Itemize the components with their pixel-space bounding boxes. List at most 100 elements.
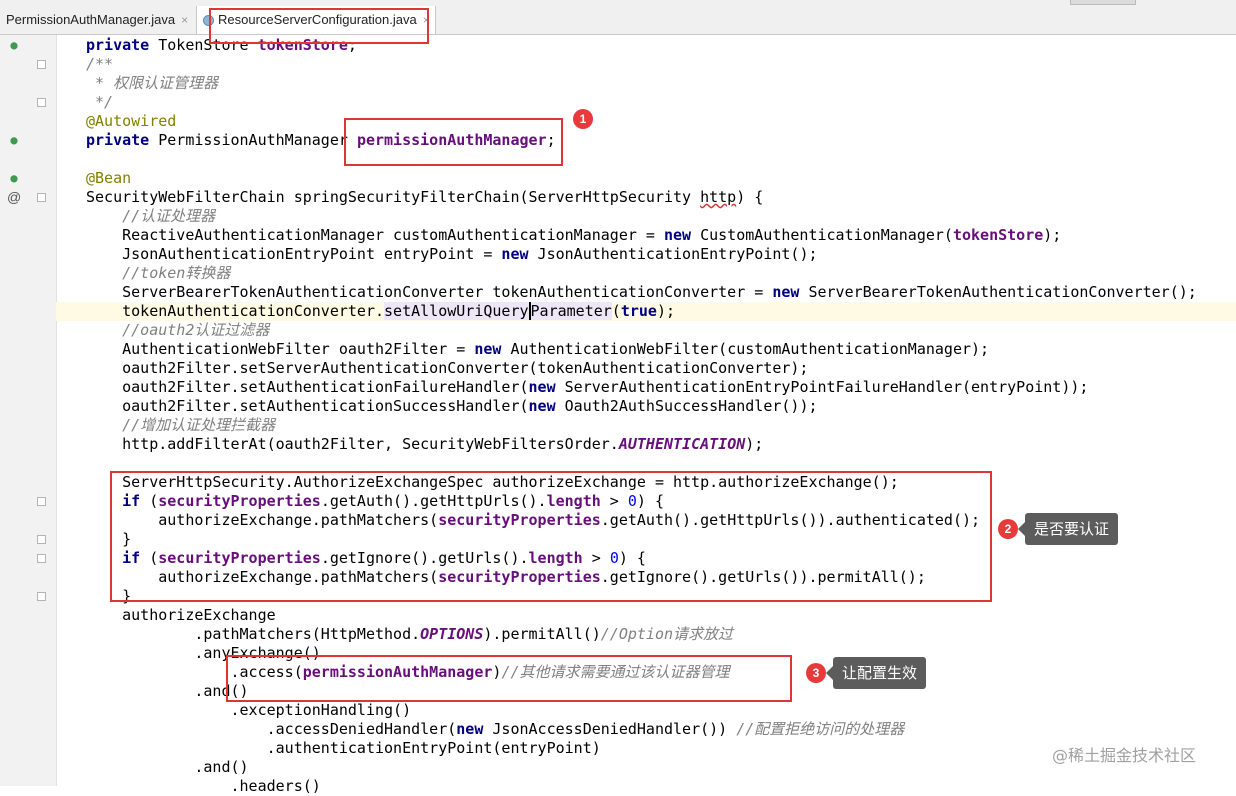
- code-line[interactable]: oauth2Filter.setAuthenticationFailureHan…: [86, 378, 1236, 397]
- code-token: new: [456, 720, 484, 738]
- code-token: Parameter: [528, 302, 612, 320]
- fold-marker[interactable]: [37, 554, 46, 563]
- code-line[interactable]: oauth2Filter.setAuthenticationSuccessHan…: [86, 397, 1236, 416]
- code-token: http.addFilterAt(oauth2Filter, SecurityW…: [86, 435, 619, 453]
- code-line[interactable]: .headers(): [86, 777, 1236, 796]
- tab-label: PermissionAuthManager.java: [6, 12, 176, 27]
- code-token: //认证处理器: [86, 207, 216, 225]
- code-line[interactable]: @Bean: [86, 169, 1236, 188]
- spring-bean-icon[interactable]: ●: [7, 38, 21, 52]
- code-token: .and(): [86, 682, 249, 700]
- fold-marker[interactable]: [37, 98, 46, 107]
- code-line[interactable]: SecurityWebFilterChain springSecurityFil…: [86, 188, 1236, 207]
- code-token: @Autowired: [86, 112, 177, 130]
- editor-gutter: ● ● ● @: [0, 35, 57, 786]
- watermark: @稀土掘金技术社区: [1052, 746, 1197, 765]
- code-token: ReactiveAuthenticationManager customAuth…: [86, 226, 664, 244]
- highlight-box-access: [226, 655, 792, 702]
- code-token: .authenticationEntryPoint(entryPoint): [86, 739, 601, 757]
- fold-marker[interactable]: [37, 193, 46, 202]
- code-token: @Bean: [86, 169, 132, 187]
- code-line[interactable]: tokenAuthenticationConverter.setAllowUri…: [56, 302, 1236, 321]
- code-line[interactable]: //oauth2认证过滤器: [86, 321, 1236, 340]
- fold-marker[interactable]: [37, 60, 46, 69]
- code-token: new: [528, 378, 556, 396]
- code-token: PermissionAuthManager: [149, 131, 357, 149]
- code-token: private: [86, 131, 150, 149]
- code-token: //Option请求放过: [600, 625, 734, 643]
- code-token: ServerBearerTokenAuthenticationConverter…: [799, 283, 1197, 301]
- code-line[interactable]: [86, 150, 1236, 169]
- code-token: //配置拒绝访问的处理器: [736, 720, 905, 738]
- annotation-callout-2: 是否要认证: [1017, 513, 1119, 545]
- code-line[interactable]: AuthenticationWebFilter oauth2Filter = n…: [86, 340, 1236, 359]
- code-token: .pathMatchers(HttpMethod.: [86, 625, 421, 643]
- code-line[interactable]: JsonAuthenticationEntryPoint entryPoint …: [86, 245, 1236, 264]
- code-token: private: [86, 36, 150, 54]
- toolbar-edge: [1070, 0, 1136, 5]
- tab-permissionauthmanager[interactable]: PermissionAuthManager.java ×: [0, 6, 194, 34]
- code-line[interactable]: //认证处理器: [86, 207, 1236, 226]
- code-token: oauth2Filter.setAuthenticationSuccessHan…: [86, 397, 529, 415]
- code-line[interactable]: authorizeExchange: [86, 606, 1236, 625]
- code-line[interactable]: //token转换器: [86, 264, 1236, 283]
- fold-marker[interactable]: [37, 535, 46, 544]
- bean-method-icon[interactable]: @: [7, 190, 21, 204]
- code-token: ) {: [736, 188, 764, 206]
- code-token: ).permitAll(): [483, 625, 601, 643]
- code-token: .exceptionHandling(): [86, 701, 412, 719]
- code-token: new: [663, 226, 692, 244]
- code-token: new: [528, 397, 556, 415]
- code-line[interactable]: ServerBearerTokenAuthenticationConverter…: [86, 283, 1236, 302]
- code-token: oauth2Filter.setAuthenticationFailureHan…: [86, 378, 529, 396]
- code-token: tokenStore: [952, 226, 1044, 244]
- code-token: * 权限认证管理器: [86, 74, 219, 92]
- editor-tab-bar: PermissionAuthManager.java × ResourceServ…: [0, 0, 1236, 35]
- code-line[interactable]: ReactiveAuthenticationManager customAuth…: [86, 226, 1236, 245]
- code-token: CustomAuthenticationManager(: [691, 226, 953, 244]
- spring-bean-icon[interactable]: ●: [7, 133, 21, 147]
- code-token: (: [611, 302, 621, 320]
- annotation-badge-2: 2: [998, 519, 1018, 539]
- code-token: AUTHENTICATION: [618, 435, 746, 453]
- highlight-box-auth-urls: [110, 471, 992, 602]
- code-token: OPTIONS: [420, 625, 484, 643]
- code-token: JsonAuthenticationEntryPoint entryPoint …: [86, 245, 502, 263]
- highlight-box-active-tab: [209, 8, 429, 44]
- code-token: ServerBearerTokenAuthenticationConverter…: [86, 283, 773, 301]
- code-token: .and(): [86, 758, 249, 776]
- code-line[interactable]: .accessDeniedHandler(new JsonAccessDenie…: [86, 720, 1236, 739]
- code-token: AuthenticationWebFilter oauth2Filter =: [86, 340, 475, 358]
- fold-marker[interactable]: [37, 592, 46, 601]
- code-token: /**: [86, 55, 114, 73]
- code-token: //增加认证处理拦截器: [86, 416, 276, 434]
- code-token: JsonAuthenticationEntryPoint();: [528, 245, 818, 263]
- spring-bean-icon[interactable]: ●: [7, 171, 21, 185]
- code-token: */: [86, 93, 114, 111]
- code-line[interactable]: oauth2Filter.setServerAuthenticationConv…: [86, 359, 1236, 378]
- code-line[interactable]: @Autowired: [86, 112, 1236, 131]
- code-token: oauth2Filter.setServerAuthenticationConv…: [86, 359, 809, 377]
- code-token: authorizeExchange: [86, 606, 276, 624]
- code-token: SecurityWebFilterChain springSecurityFil…: [86, 188, 701, 206]
- code-line[interactable]: //增加认证处理拦截器: [86, 416, 1236, 435]
- fold-marker[interactable]: [37, 497, 46, 506]
- code-token: Oauth2AuthSuccessHandler());: [555, 397, 818, 415]
- code-line[interactable]: .exceptionHandling(): [86, 701, 1236, 720]
- code-token: .accessDeniedHandler(: [86, 720, 457, 738]
- code-token: JsonAccessDeniedHandler()): [483, 720, 737, 738]
- code-token: true: [620, 302, 657, 320]
- code-line[interactable]: private PermissionAuthManager permission…: [86, 131, 1236, 150]
- code-token: AuthenticationWebFilter(customAuthentica…: [501, 340, 990, 358]
- code-token: new: [772, 283, 800, 301]
- code-token: ServerAuthenticationEntryPointFailureHan…: [555, 378, 1089, 396]
- code-line[interactable]: * 权限认证管理器: [86, 74, 1236, 93]
- code-token: new: [501, 245, 529, 263]
- code-line[interactable]: /**: [86, 55, 1236, 74]
- code-line[interactable]: http.addFilterAt(oauth2Filter, SecurityW…: [86, 435, 1236, 454]
- code-line[interactable]: .pathMatchers(HttpMethod.OPTIONS).permit…: [86, 625, 1236, 644]
- code-line[interactable]: */: [86, 93, 1236, 112]
- close-icon[interactable]: ×: [181, 13, 188, 27]
- code-token: );: [745, 435, 764, 453]
- code-token: //oauth2认证过滤器: [86, 321, 270, 339]
